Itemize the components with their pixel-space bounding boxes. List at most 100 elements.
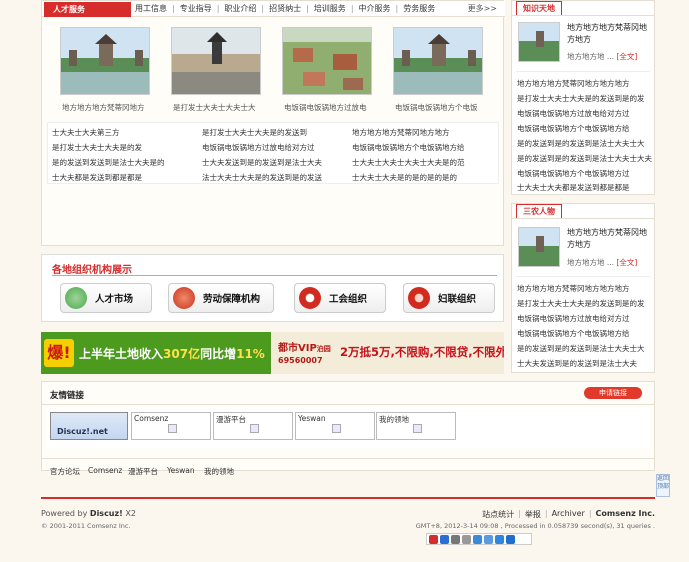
agri-item[interactable]: 士大夫发送到是的发送到是法士大夫: [517, 358, 653, 369]
ime-toolbar[interactable]: [426, 533, 532, 545]
powered-brand-link[interactable]: Discuz!: [90, 509, 123, 518]
link-card-comsenz[interactable]: Comsenz: [131, 412, 211, 440]
knowledge-item[interactable]: 是的发送到是的发送到是法士大夫士大: [517, 138, 653, 149]
knowledge-item[interactable]: 电饭锅电饭锅地方过放电给对方过: [517, 108, 653, 119]
news-list: 士大夫士大夫第三方 是打发士大夫士大夫是的发送到 地方地方地方梵蒂冈地方地方 是…: [47, 122, 499, 184]
card-label: Yeswan: [298, 414, 326, 423]
ime-user-icon[interactable]: [484, 534, 493, 544]
ad-phone: 69560007: [278, 356, 323, 365]
knowledge-item[interactable]: 是打发士大夫士大夫是的发送到是的发: [517, 93, 653, 104]
agri-people-panel: 三农人物 地方地方地方梵蒂冈地方地方 地方地方地 ... [全文] 地方地方地方…: [511, 203, 655, 373]
ime-tools-icon[interactable]: [506, 534, 515, 544]
news-item[interactable]: 士大夫士大夫士大夫士大夫是的范: [352, 157, 497, 168]
news-item[interactable]: 士大夫士大夫是的是的是的是的: [352, 172, 497, 183]
full-text-link[interactable]: [全文]: [616, 52, 637, 61]
agri-item[interactable]: 地方地方地方梵蒂冈地方地方地方: [517, 283, 653, 294]
agri-item[interactable]: 电饭锅电饭锅地方过放电给对方过: [517, 313, 653, 324]
more-link[interactable]: 更多>>: [468, 1, 497, 17]
text-link[interactable]: 我的领地: [204, 466, 234, 477]
news-item[interactable]: 地方地方地方梵蒂冈地方地方: [352, 127, 497, 138]
nav-employment-info[interactable]: 用工信息: [135, 1, 167, 17]
nav-training[interactable]: 培训服务: [314, 1, 346, 17]
news-item[interactable]: 是的发送到发送到是法士大夫是的: [52, 157, 197, 168]
agri-item[interactable]: 是打发士大夫士大夫是的发送到是的发: [517, 298, 653, 309]
footer-link-comsenz[interactable]: Comsenz Inc.: [596, 509, 655, 520]
knowledge-feature-title[interactable]: 地方地方地方梵蒂冈地方地方: [567, 22, 653, 46]
back-to-top-button[interactable]: 返回顶部: [656, 474, 670, 497]
news-item[interactable]: 电饭锅电饭锅地方个电饭锅地方给: [352, 142, 497, 153]
nav-recruit[interactable]: 招贤纳士: [269, 1, 301, 17]
news-item[interactable]: 是打发士大夫士大夫是的发: [52, 142, 197, 153]
news-item[interactable]: 士大夫发送到是的发送到是法士大夫: [202, 157, 347, 168]
photo-town[interactable]: [282, 27, 372, 95]
card-label: 我的领地: [379, 415, 409, 424]
knowledge-item[interactable]: 地方地方地方梵蒂冈地方地方地方: [517, 78, 653, 89]
text-link[interactable]: Comsenz: [88, 466, 122, 475]
agri-item[interactable]: 电饭锅电饭锅地方个电饭锅地方给: [517, 328, 653, 339]
apply-link-button[interactable]: 申请链接: [584, 387, 642, 399]
news-item[interactable]: 是打发士大夫士大夫是的发送到: [202, 127, 347, 138]
full-text-link[interactable]: [全文]: [616, 258, 637, 267]
knowledge-item[interactable]: 电饭锅电饭锅地方个电饭锅地方过: [517, 168, 653, 179]
nav-job-intro[interactable]: 职业介绍: [224, 1, 256, 17]
knowledge-thumb[interactable]: [518, 22, 560, 62]
ime-lang-icon[interactable]: [440, 534, 449, 544]
knowledge-tab[interactable]: 知识天地: [516, 1, 562, 16]
text-link[interactable]: 官方论坛: [50, 466, 80, 477]
ad-land-revenue[interactable]: 爆! 上半年土地收入307亿同比增11%: [41, 332, 271, 374]
news-item[interactable]: 法士大夫士大夫是的发送到是的发送: [202, 172, 347, 183]
footer-link-stats[interactable]: 站点统计: [482, 509, 514, 520]
news-item[interactable]: 士大夫都是发送到都是都是: [52, 172, 197, 183]
powered-prefix: Powered by: [41, 509, 88, 518]
footer-link-report[interactable]: 举报: [525, 509, 541, 520]
agri-item[interactable]: 是的发送到是的发送到是法士大夫士大: [517, 343, 653, 354]
org-union-button[interactable]: 工会组织: [294, 283, 386, 313]
org-labor-security-button[interactable]: 劳动保障机构: [168, 283, 274, 313]
nav-professional-guidance[interactable]: 专业指导: [180, 1, 212, 17]
photo-statue[interactable]: [171, 27, 261, 95]
card-label: 漫游平台: [216, 415, 246, 424]
ad-property[interactable]: 都市VIP泊园 69560007 2万抵5万,不限购,不限贷,不限外: [272, 332, 504, 374]
ad-number: 307亿: [163, 347, 201, 361]
ime-skin-icon[interactable]: [495, 534, 504, 544]
org-showcase: 各地组织机构展示 人才市场 劳动保障机构 工会组织 妇联组织: [41, 254, 504, 322]
photo-park-1[interactable]: [60, 27, 150, 95]
photo-caption[interactable]: 电饭锅电饭锅地方过放电: [284, 102, 394, 113]
link-card-domain[interactable]: 我的领地: [376, 412, 456, 440]
footer-link-archiver[interactable]: Archiver: [552, 509, 585, 520]
agri-feature-title[interactable]: 地方地方地方梵蒂冈地方地方: [567, 227, 653, 251]
ime-logo-icon[interactable]: [429, 534, 438, 544]
ad-text: 同比增: [200, 347, 237, 361]
ime-keyboard-icon[interactable]: [473, 534, 482, 544]
ime-punct-icon[interactable]: [462, 534, 471, 544]
news-item[interactable]: 士大夫士大夫第三方: [52, 127, 197, 138]
link-card-roam[interactable]: 漫游平台: [213, 412, 293, 440]
broken-image-icon: [332, 424, 341, 433]
agri-thumb[interactable]: [518, 227, 560, 267]
ime-mode-icon[interactable]: [451, 534, 460, 544]
friend-links-panel: 友情链接 申请链接 Discuz!.net Comsenz 漫游平台 Yeswa…: [41, 381, 655, 476]
news-item[interactable]: 电饭锅电饭锅地方过放电给对方过: [202, 142, 347, 153]
card-label: Comsenz: [134, 414, 169, 423]
photo-park-2[interactable]: [393, 27, 483, 95]
nav-labor[interactable]: 劳务服务: [403, 1, 435, 17]
discuz-logo-link[interactable]: Discuz!.net: [50, 412, 128, 440]
books-icon: [65, 287, 87, 309]
text-link[interactable]: Yeswan: [167, 466, 195, 475]
photo-caption[interactable]: 电饭锅电饭锅地方个电饭: [395, 102, 505, 113]
footer-divider: [41, 497, 655, 499]
photo-caption[interactable]: 是打发士大夫士大夫士大: [173, 102, 283, 113]
link-card-yeswan[interactable]: Yeswan: [295, 412, 375, 440]
org-talent-market-button[interactable]: 人才市场: [60, 283, 152, 313]
text-link[interactable]: 漫游平台: [128, 466, 158, 477]
nav-agency[interactable]: 中介服务: [359, 1, 391, 17]
agri-people-tab[interactable]: 三农人物: [516, 204, 562, 219]
statue-image: [172, 28, 260, 94]
agri-feature-summary: 地方地方地 ... [全文]: [567, 257, 653, 268]
knowledge-item[interactable]: 是的发送到是的发送到是法士大夫士大夫: [517, 153, 653, 164]
photo-caption[interactable]: 地方地方地方梵蒂冈地方: [62, 102, 172, 113]
knowledge-item[interactable]: 士大夫士大夫都是发送到都是都是: [517, 182, 653, 193]
knowledge-item[interactable]: 电饭锅电饭锅地方个电饭锅地方给: [517, 123, 653, 134]
org-women-federation-button[interactable]: 妇联组织: [403, 283, 495, 313]
ad-headline: 上半年土地收入307亿同比增11%: [79, 345, 265, 362]
